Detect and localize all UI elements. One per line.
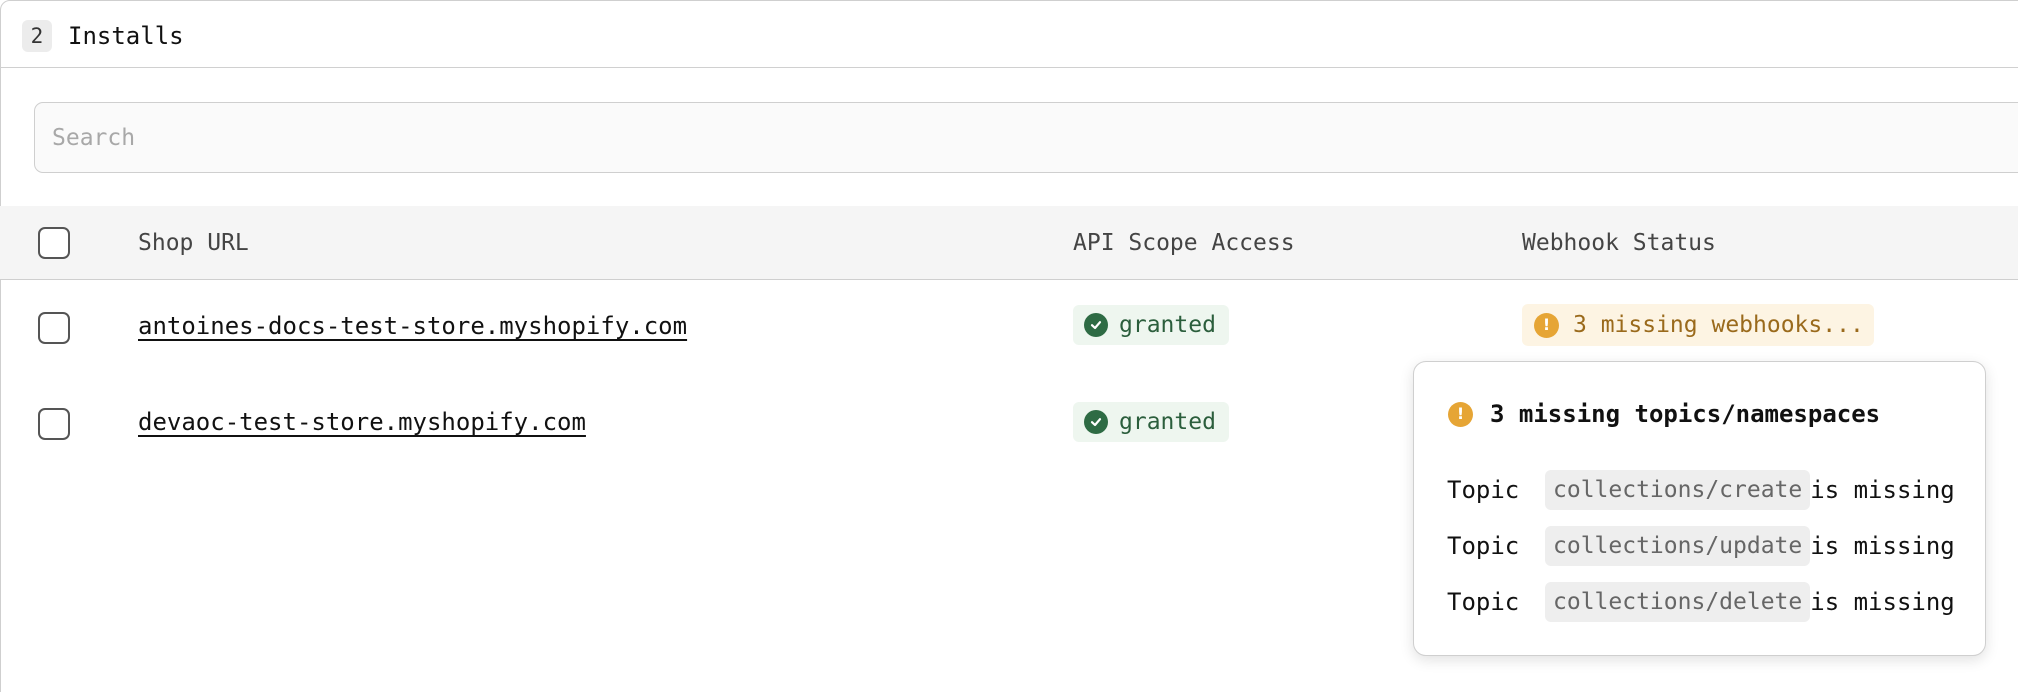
shop-url-link[interactable]: antoines-docs-test-store.myshopify.com — [138, 312, 687, 340]
missing-topic-suffix: is missing — [1810, 476, 1955, 504]
check-circle-icon — [1084, 410, 1108, 434]
missing-topic-prefix: Topic — [1447, 588, 1520, 616]
search-input[interactable] — [34, 102, 2018, 173]
shop-url-link[interactable]: devaoc-test-store.myshopify.com — [138, 408, 586, 436]
missing-topic-row: Topic collections/update is missing — [1447, 525, 1955, 567]
api-scope-status-badge: granted — [1073, 402, 1229, 442]
api-scope-status-label: granted — [1119, 312, 1216, 338]
api-scope-status-badge: granted — [1073, 305, 1229, 345]
installs-header: 2 Installs — [0, 0, 2018, 68]
webhook-status-badge[interactable]: ! 3 missing webhooks... — [1522, 304, 1874, 346]
column-header-webhook-status[interactable]: Webhook Status — [1522, 206, 1716, 280]
missing-topic-code: collections/create — [1545, 470, 1811, 510]
check-circle-icon — [1084, 313, 1108, 337]
missing-topic-row: Topic collections/create is missing — [1447, 469, 1955, 511]
exclamation-circle-icon: ! — [1534, 312, 1559, 338]
popover-title: 3 missing topics/namespaces — [1490, 400, 1881, 428]
missing-topic-suffix: is missing — [1810, 532, 1955, 560]
missing-topic-suffix: is missing — [1810, 588, 1955, 616]
webhook-status-label: 3 missing webhooks... — [1573, 312, 1864, 338]
table-header: Shop URL API Scope Access Webhook Status — [0, 206, 2018, 280]
installs-count-badge: 2 — [22, 20, 52, 52]
column-header-shop-url[interactable]: Shop URL — [138, 206, 249, 280]
missing-topic-prefix: Topic — [1447, 532, 1520, 560]
missing-topic-prefix: Topic — [1447, 476, 1520, 504]
api-scope-status-label: granted — [1119, 409, 1216, 435]
row-checkbox[interactable] — [38, 408, 70, 440]
exclamation-circle-icon: ! — [1448, 401, 1473, 427]
missing-topic-code: collections/update — [1545, 526, 1811, 566]
missing-topic-code: collections/delete — [1545, 582, 1811, 622]
select-all-checkbox[interactable] — [38, 227, 70, 259]
row-checkbox[interactable] — [38, 312, 70, 344]
installs-title: Installs — [68, 22, 184, 50]
column-header-api-scope-access[interactable]: API Scope Access — [1073, 206, 1295, 280]
popover-header: ! 3 missing topics/namespaces — [1448, 400, 1880, 428]
missing-webhooks-popover: ! 3 missing topics/namespaces Topic coll… — [1413, 361, 1986, 656]
missing-topic-row: Topic collections/delete is missing — [1447, 581, 1955, 623]
